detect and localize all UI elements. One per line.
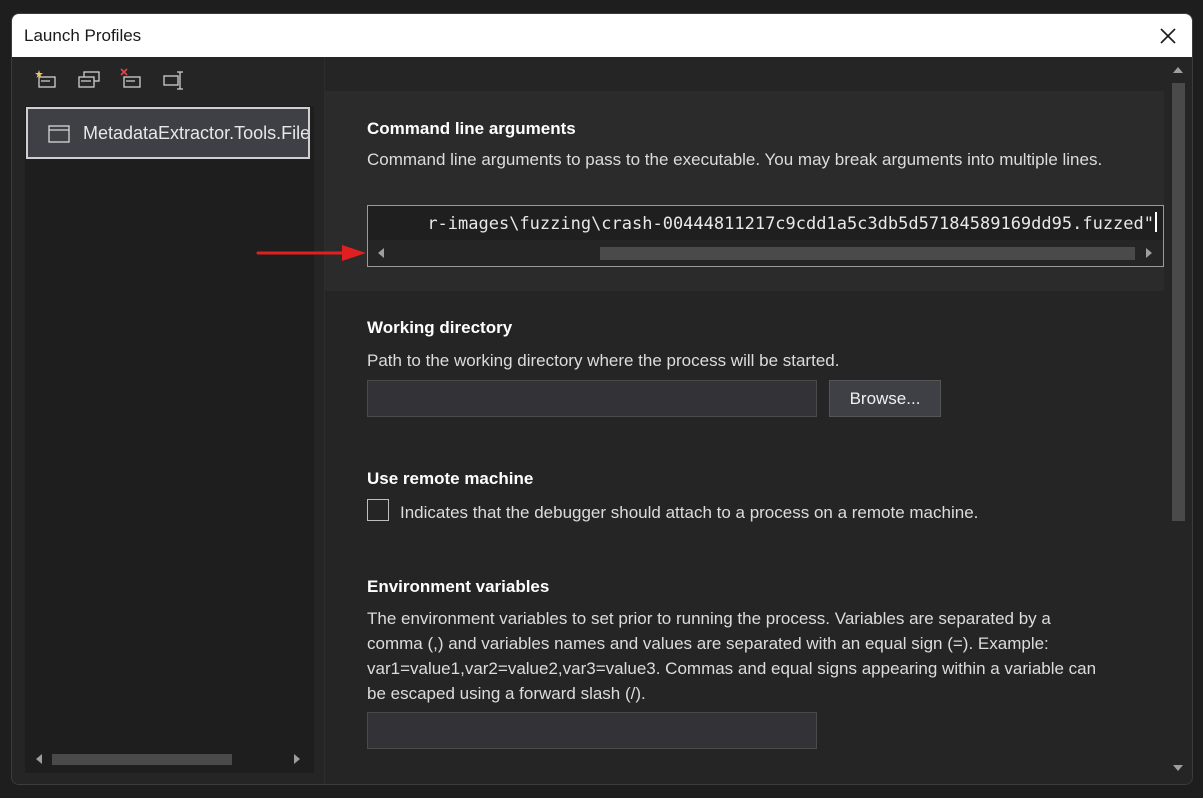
command-line-description: Command line arguments to pass to the ex…	[367, 150, 1103, 169]
new-profile-button[interactable]	[32, 67, 60, 93]
text-caret	[1155, 212, 1157, 232]
command-line-value-wrapper: r-images\fuzzing\crash-00444811217c9cdd1…	[427, 212, 1157, 234]
command-line-title: Command line arguments	[367, 119, 576, 138]
profile-list: MetadataExtractor.Tools.FileP	[25, 106, 314, 773]
scroll-up-icon[interactable]	[1172, 65, 1184, 75]
environment-variables-title: Environment variables	[367, 577, 550, 596]
working-directory-description: Path to the working directory where the …	[367, 351, 840, 370]
environment-variables-section: Environment variables The environment va…	[325, 551, 1164, 784]
profile-list-horizontal-scrollbar[interactable]	[25, 745, 314, 773]
duplicate-profile-icon	[78, 71, 100, 88]
rename-profile-button[interactable]	[159, 67, 187, 93]
remote-machine-checkbox-label[interactable]: Indicates that the debugger should attac…	[400, 503, 978, 523]
annotation-arrow-icon	[256, 245, 366, 261]
title-bar: Launch Profiles	[12, 14, 1192, 57]
working-directory-title: Working directory	[367, 318, 513, 337]
rename-profile-icon	[163, 71, 183, 90]
command-line-section: Command line arguments Command line argu…	[325, 91, 1164, 291]
scroll-down-icon[interactable]	[1172, 763, 1184, 773]
working-directory-section: Working directory Path to the working di…	[325, 291, 1164, 441]
delete-profile-icon	[120, 68, 141, 88]
duplicate-profile-button[interactable]	[75, 67, 103, 93]
scroll-right-icon[interactable]	[1144, 247, 1154, 259]
remote-machine-section: Use remote machine Indicates that the de…	[325, 441, 1164, 551]
working-directory-input[interactable]	[367, 380, 817, 417]
scroll-left-icon[interactable]	[376, 247, 386, 259]
scrollbar-thumb[interactable]	[600, 247, 1135, 260]
scroll-left-icon[interactable]	[34, 753, 44, 765]
profiles-pane: MetadataExtractor.Tools.FileP	[12, 57, 324, 784]
remote-machine-checkbox[interactable]	[367, 499, 389, 521]
remote-machine-title: Use remote machine	[367, 469, 534, 488]
launch-profiles-dialog: Launch Profiles MetadataExtractor.Tools.…	[11, 13, 1193, 785]
browse-button[interactable]: Browse...	[829, 380, 941, 417]
command-line-value: r-images\fuzzing\crash-00444811217c9cdd1…	[427, 214, 1154, 234]
window-icon	[48, 125, 70, 143]
command-line-arguments-field[interactable]: r-images\fuzzing\crash-00444811217c9cdd1…	[367, 205, 1164, 267]
new-profile-icon	[35, 70, 56, 88]
delete-profile-button[interactable]	[117, 67, 145, 93]
close-icon	[1160, 28, 1176, 44]
profile-settings-pane: Command line arguments Command line argu…	[325, 57, 1192, 784]
environment-variables-description: The environment variables to set prior t…	[367, 609, 1097, 703]
profile-label: MetadataExtractor.Tools.FileP	[83, 123, 310, 143]
scroll-right-icon[interactable]	[292, 753, 302, 765]
scrollbar-thumb[interactable]	[1172, 83, 1185, 521]
settings-vertical-scrollbar[interactable]	[1164, 57, 1192, 784]
window-title: Launch Profiles	[24, 26, 142, 45]
scrollbar-thumb[interactable]	[52, 754, 232, 765]
close-button[interactable]	[1152, 20, 1184, 52]
profile-list-item[interactable]: MetadataExtractor.Tools.FileP	[26, 107, 310, 159]
command-line-horizontal-scrollbar[interactable]	[368, 240, 1163, 266]
environment-variables-input[interactable]	[367, 712, 817, 749]
